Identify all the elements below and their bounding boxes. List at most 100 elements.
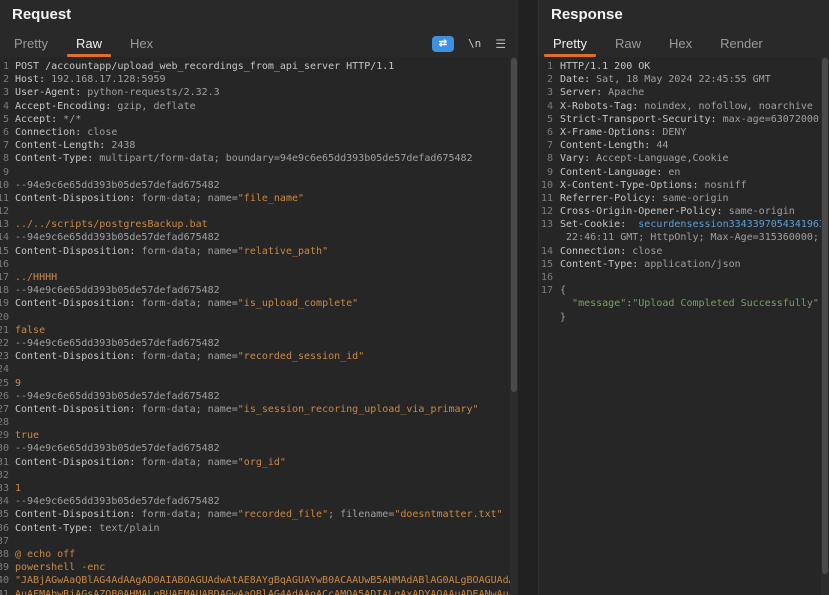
code-text: Set-Cookie: securdensession3343397054341… [556, 218, 821, 231]
panel-splitter[interactable] [518, 0, 538, 595]
wrap-lines-toggle-button[interactable]: ⇄ [432, 36, 454, 52]
code-line: 13Set-Cookie: securdensession33433970543… [539, 218, 821, 231]
code-text: X-Robots-Tag: noindex, nofollow, noarchi… [556, 100, 813, 113]
code-text: X-Content-Type-Options: nosniff [556, 179, 747, 192]
code-line: 34--94e9c6e65dd393b05de57defad675482 [0, 495, 510, 508]
code-text [556, 271, 560, 284]
line-number: 4 [539, 100, 556, 113]
line-number: 37 [0, 535, 11, 548]
line-number: 25 [0, 377, 11, 390]
code-text [11, 166, 15, 179]
code-line: 15Content-Disposition: form-data; name="… [0, 245, 510, 258]
code-text: Content-Disposition: form-data; name="is… [11, 297, 358, 310]
line-number: 17 [539, 284, 556, 297]
code-line: 41AuAFMAbwBjAGsAZQB0AHMALgBUAEMAUABDAGwA… [0, 588, 510, 595]
code-text: Host: 192.168.17.128:5959 [11, 73, 166, 86]
code-text: true [11, 429, 39, 442]
code-line: 15Content-Type: application/json [539, 258, 821, 271]
code-line: 10X-Content-Type-Options: nosniff [539, 179, 821, 192]
code-text: } [556, 311, 566, 324]
line-number: 13 [539, 218, 556, 231]
response-tab-bar: PrettyRawHexRender [539, 30, 829, 57]
tab-raw[interactable]: Raw [601, 30, 655, 57]
code-text: ../../scripts/postgresBackup.bat [11, 218, 208, 231]
response-scrollbar-thumb[interactable] [822, 58, 828, 574]
line-number: 7 [539, 139, 556, 152]
line-number: 32 [0, 469, 11, 482]
code-line: 4Accept-Encoding: gzip, deflate [0, 100, 510, 113]
line-number: 41 [0, 588, 11, 595]
line-number: 8 [0, 152, 11, 165]
code-line: 3User-Agent: python-requests/2.32.3 [0, 86, 510, 99]
code-line: 17{ [539, 284, 821, 297]
request-tab-bar: PrettyRawHex ⇄ \n ☰ [0, 30, 518, 57]
line-number: 2 [0, 73, 11, 86]
code-text: Strict-Transport-Security: max-age=63072… [556, 113, 821, 126]
code-text: Content-Disposition: form-data; name="re… [11, 245, 328, 258]
code-text: Content-Type: application/json [556, 258, 741, 271]
tab-pretty[interactable]: Pretty [0, 30, 62, 57]
code-text: Content-Language: en [556, 166, 680, 179]
tab-pretty[interactable]: Pretty [539, 30, 601, 57]
code-line: 4X-Robots-Tag: noindex, nofollow, noarch… [539, 100, 821, 113]
code-text: --94e9c6e65dd393b05de57defad675482 [11, 337, 220, 350]
line-number: 4 [0, 100, 11, 113]
line-number: 5 [539, 113, 556, 126]
line-number: 35 [0, 508, 11, 521]
response-scrollbar[interactable] [821, 57, 829, 595]
line-number [539, 297, 556, 310]
code-line: 6X-Frame-Options: DENY [539, 126, 821, 139]
response-editor[interactable]: 1HTTP/1.1 200 OK2Date: Sat, 18 May 2024 … [539, 57, 821, 595]
code-text: HTTP/1.1 200 OK [556, 60, 650, 73]
code-line: 12 [0, 205, 510, 218]
code-text [11, 469, 15, 482]
code-text [11, 258, 15, 271]
code-line: 27Content-Disposition: form-data; name="… [0, 403, 510, 416]
code-line: 36Content-Type: text/plain [0, 522, 510, 535]
line-number: 34 [0, 495, 11, 508]
tab-hex[interactable]: Hex [655, 30, 706, 57]
tab-raw[interactable]: Raw [62, 30, 116, 57]
code-line: 26--94e9c6e65dd393b05de57defad675482 [0, 390, 510, 403]
line-number: 11 [539, 192, 556, 205]
line-number [539, 231, 556, 244]
line-number: 18 [0, 284, 11, 297]
line-number: 6 [539, 126, 556, 139]
code-line: 7Content-Length: 44 [539, 139, 821, 152]
code-line: 12Cross-Origin-Opener-Policy: same-origi… [539, 205, 821, 218]
line-number: 24 [0, 363, 11, 376]
tab-render[interactable]: Render [706, 30, 777, 57]
code-line: 10--94e9c6e65dd393b05de57defad675482 [0, 179, 510, 192]
code-text: AuAFMAbwBjAGsAZQB0AHMALgBUAEMAUABDAGwAaQ… [11, 588, 510, 595]
code-text [11, 363, 15, 376]
code-text: --94e9c6e65dd393b05de57defad675482 [11, 179, 220, 192]
code-text: Cross-Origin-Opener-Policy: same-origin [556, 205, 795, 218]
code-text: Content-Disposition: form-data; name="fi… [11, 192, 304, 205]
code-text: Connection: close [556, 245, 662, 258]
line-number: 19 [0, 297, 11, 310]
code-line: 24 [0, 363, 510, 376]
code-text [11, 535, 15, 548]
request-scrollbar[interactable] [510, 57, 518, 595]
code-text [11, 311, 15, 324]
editor-menu-icon[interactable]: ☰ [495, 37, 506, 51]
code-line: 8Content-Type: multipart/form-data; boun… [0, 152, 510, 165]
code-line: 331 [0, 482, 510, 495]
response-panel: Response PrettyRawHexRender 1HTTP/1.1 20… [538, 0, 829, 595]
line-number: 38 [0, 548, 11, 561]
line-number: 12 [539, 205, 556, 218]
line-number: 3 [0, 86, 11, 99]
line-number: 39 [0, 561, 11, 574]
code-line: 22--94e9c6e65dd393b05de57defad675482 [0, 337, 510, 350]
wrap-lines-icon: ⇄ [439, 38, 447, 49]
request-editor[interactable]: 1POST /accountapp/upload_web_recordings_… [0, 57, 510, 595]
tab-hex[interactable]: Hex [116, 30, 167, 57]
code-line: 11Content-Disposition: form-data; name="… [0, 192, 510, 205]
code-line: 17../HHHH [0, 271, 510, 284]
request-scrollbar-thumb[interactable] [511, 58, 517, 392]
code-line: 37 [0, 535, 510, 548]
code-line: 2Host: 192.168.17.128:5959 [0, 73, 510, 86]
code-text: 22:46:11 GMT; HttpOnly; Max-Age=31536000… [556, 231, 821, 244]
code-line: 13../../scripts/postgresBackup.bat [0, 218, 510, 231]
show-newlines-toggle-button[interactable]: \n [468, 37, 481, 50]
